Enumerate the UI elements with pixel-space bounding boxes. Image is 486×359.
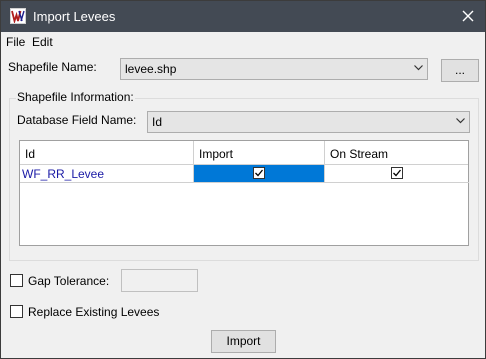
column-header-import[interactable]: Import [194, 141, 325, 165]
database-field-name-value: Id [152, 115, 163, 129]
chevron-down-icon [414, 65, 423, 71]
close-button[interactable] [451, 1, 485, 32]
database-field-name-label: Database Field Name: [17, 113, 137, 127]
shapefile-name-value: levee.shp [125, 62, 177, 76]
gap-tolerance-checkbox[interactable] [10, 274, 23, 287]
browse-button[interactable]: ... [441, 59, 479, 82]
gap-tolerance-input[interactable] [121, 269, 198, 292]
column-header-id[interactable]: Id [20, 141, 194, 165]
shapefile-name-label: Shapefile Name: [8, 60, 97, 74]
window-title: Import Levees [33, 9, 116, 24]
title-bar: Import Levees [1, 1, 485, 32]
table-row[interactable]: WF_RR_Levee [20, 165, 469, 183]
cell-id[interactable]: WF_RR_Levee [20, 165, 194, 183]
import-levees-dialog: Import Levees File Edit Shapefile Name: … [0, 0, 486, 359]
on-stream-checkbox[interactable] [391, 167, 403, 179]
menu-edit[interactable]: Edit [32, 35, 53, 49]
cell-on-stream[interactable] [325, 165, 469, 183]
shapefile-information-legend: Shapefile Information: [16, 90, 135, 104]
checkmark-icon [255, 169, 264, 177]
replace-existing-levees-label: Replace Existing Levees [28, 305, 160, 319]
menu-bar: File Edit [1, 32, 485, 51]
checkmark-icon [393, 169, 402, 177]
levee-table: Id Import On Stream WF_RR_Levee [19, 140, 469, 246]
shapefile-name-combobox[interactable]: levee.shp [120, 58, 428, 80]
gap-tolerance-label: Gap Tolerance: [28, 274, 110, 288]
import-button[interactable]: Import [211, 330, 276, 353]
import-checkbox[interactable] [253, 167, 265, 179]
table-header: Id Import On Stream [20, 141, 468, 165]
app-logo-icon [10, 8, 26, 24]
database-field-name-combobox[interactable]: Id [147, 111, 470, 133]
close-icon[interactable] [462, 10, 474, 22]
column-header-on-stream[interactable]: On Stream [325, 141, 470, 165]
replace-existing-levees-checkbox[interactable] [10, 305, 23, 318]
cell-import[interactable] [194, 165, 325, 183]
menu-file[interactable]: File [6, 35, 25, 49]
chevron-down-icon [456, 118, 465, 124]
